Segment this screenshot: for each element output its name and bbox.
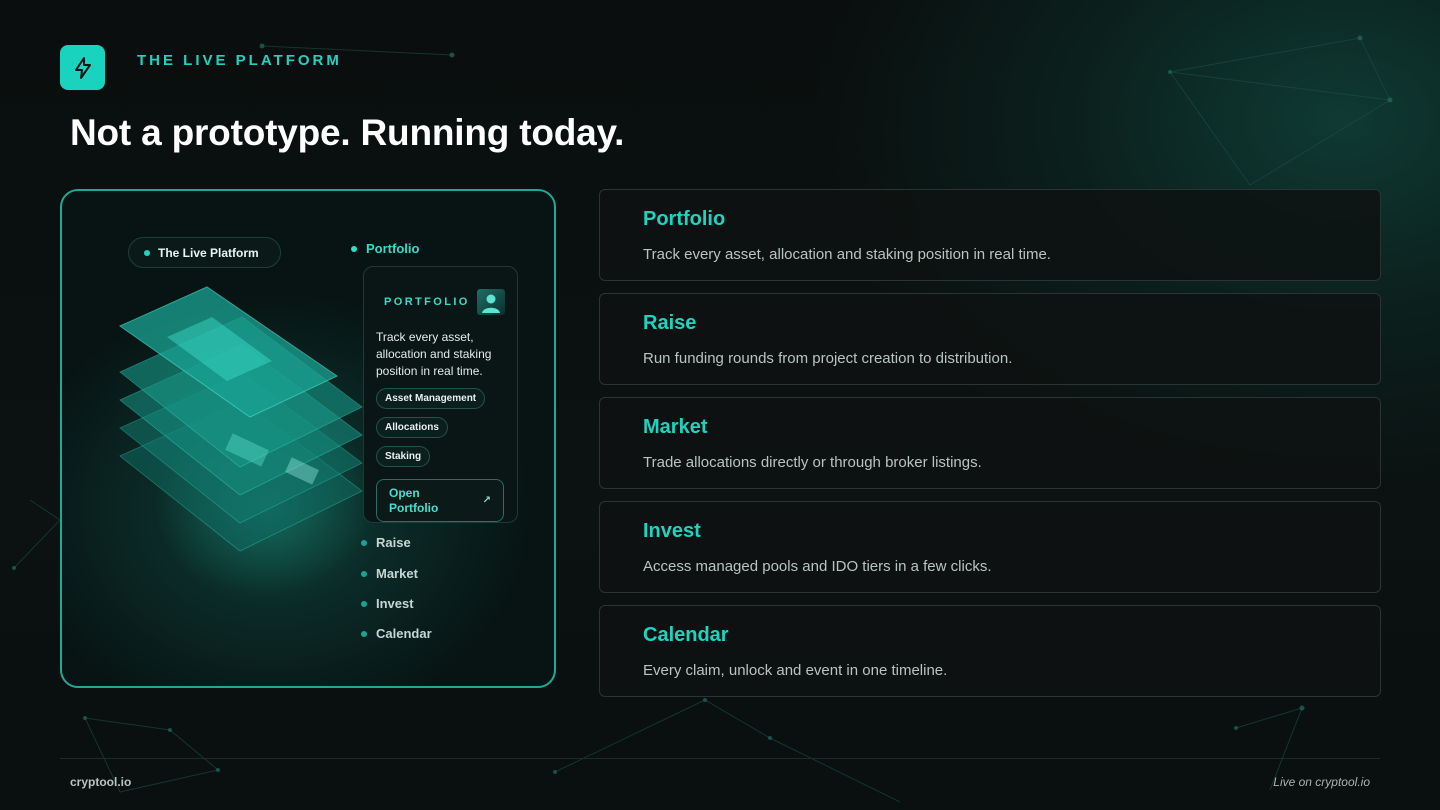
feature-title: Market xyxy=(643,416,708,438)
platform-screenshot: The Live Platform Portfolio PORTFOLIO Tr… xyxy=(60,189,556,688)
feature-description: Track every asset, allocation and stakin… xyxy=(643,246,1051,263)
card-heading: PORTFOLIO xyxy=(384,296,470,308)
nav-dot xyxy=(361,600,367,607)
feature-card-calendar: Calendar Every claim, unlock and event i… xyxy=(599,605,1381,697)
feature-title: Portfolio xyxy=(643,208,726,230)
nav-item-raise[interactable]: Raise xyxy=(361,535,411,550)
nav-item-invest[interactable]: Invest xyxy=(361,596,414,611)
footer-site[interactable]: cryptool.io xyxy=(70,775,131,789)
feature-card-invest: Invest Access managed pools and IDO tier… xyxy=(599,501,1381,593)
feature-card-portfolio: Portfolio Track every asset, allocation … xyxy=(599,189,1381,281)
lightning-bolt-icon xyxy=(74,56,91,79)
nav-item-portfolio[interactable]: Portfolio xyxy=(351,241,419,256)
nav-item-label: Calendar xyxy=(376,626,432,641)
status-dot xyxy=(144,249,150,256)
footer-tagline: Live on cryptool.io xyxy=(1273,775,1370,789)
eyebrow-label: THE LIVE PLATFORM xyxy=(137,52,342,69)
feature-card-raise: Raise Run funding rounds from project cr… xyxy=(599,293,1381,385)
feature-description: Trade allocations directly or through br… xyxy=(643,454,982,471)
feature-title: Invest xyxy=(643,520,701,542)
nav-item-market[interactable]: Market xyxy=(361,566,418,581)
logo xyxy=(60,45,105,90)
nav-item-label: Market xyxy=(376,566,418,581)
portfolio-card: PORTFOLIO Track every asset, allocation … xyxy=(363,266,518,523)
nav-dot xyxy=(361,630,367,637)
button-line-1: Open xyxy=(389,485,420,500)
pill-label: The Live Platform xyxy=(158,245,259,260)
open-portfolio-button[interactable]: Open Portfolio ↗ xyxy=(376,479,504,522)
nav-item-label: Raise xyxy=(376,535,411,550)
nav-dot xyxy=(361,570,367,577)
feature-card-market: Market Trade allocations directly or thr… xyxy=(599,397,1381,489)
platform-pill: The Live Platform xyxy=(128,237,281,268)
nav-item-calendar[interactable]: Calendar xyxy=(361,626,432,641)
feature-title: Raise xyxy=(643,312,697,334)
feature-description: Every claim, unlock and event in one tim… xyxy=(643,662,948,679)
nav-item-label: Portfolio xyxy=(366,241,420,256)
user-avatar-icon xyxy=(477,289,505,315)
feature-list: Portfolio Track every asset, allocation … xyxy=(599,189,1381,709)
feature-description: Access managed pools and IDO tiers in a … xyxy=(643,558,992,575)
nav-item-label: Invest xyxy=(376,596,414,611)
feature-description: Run funding rounds from project creation… xyxy=(643,350,1013,367)
tag-staking[interactable]: Staking xyxy=(376,446,431,467)
button-line-2: Portfolio xyxy=(389,500,439,515)
arrow-up-right-icon: ↗ xyxy=(482,495,491,506)
footer-divider xyxy=(60,758,1380,759)
tag-asset-management[interactable]: Asset Management xyxy=(376,388,486,409)
feature-title: Calendar xyxy=(643,624,729,646)
page-title: Not a prototype. Running today. xyxy=(70,112,625,153)
nav-dot xyxy=(351,245,357,252)
nav-dot xyxy=(361,539,367,546)
tag-allocations[interactable]: Allocations xyxy=(376,417,448,438)
card-description: Track every asset, allocation and stakin… xyxy=(376,330,492,378)
